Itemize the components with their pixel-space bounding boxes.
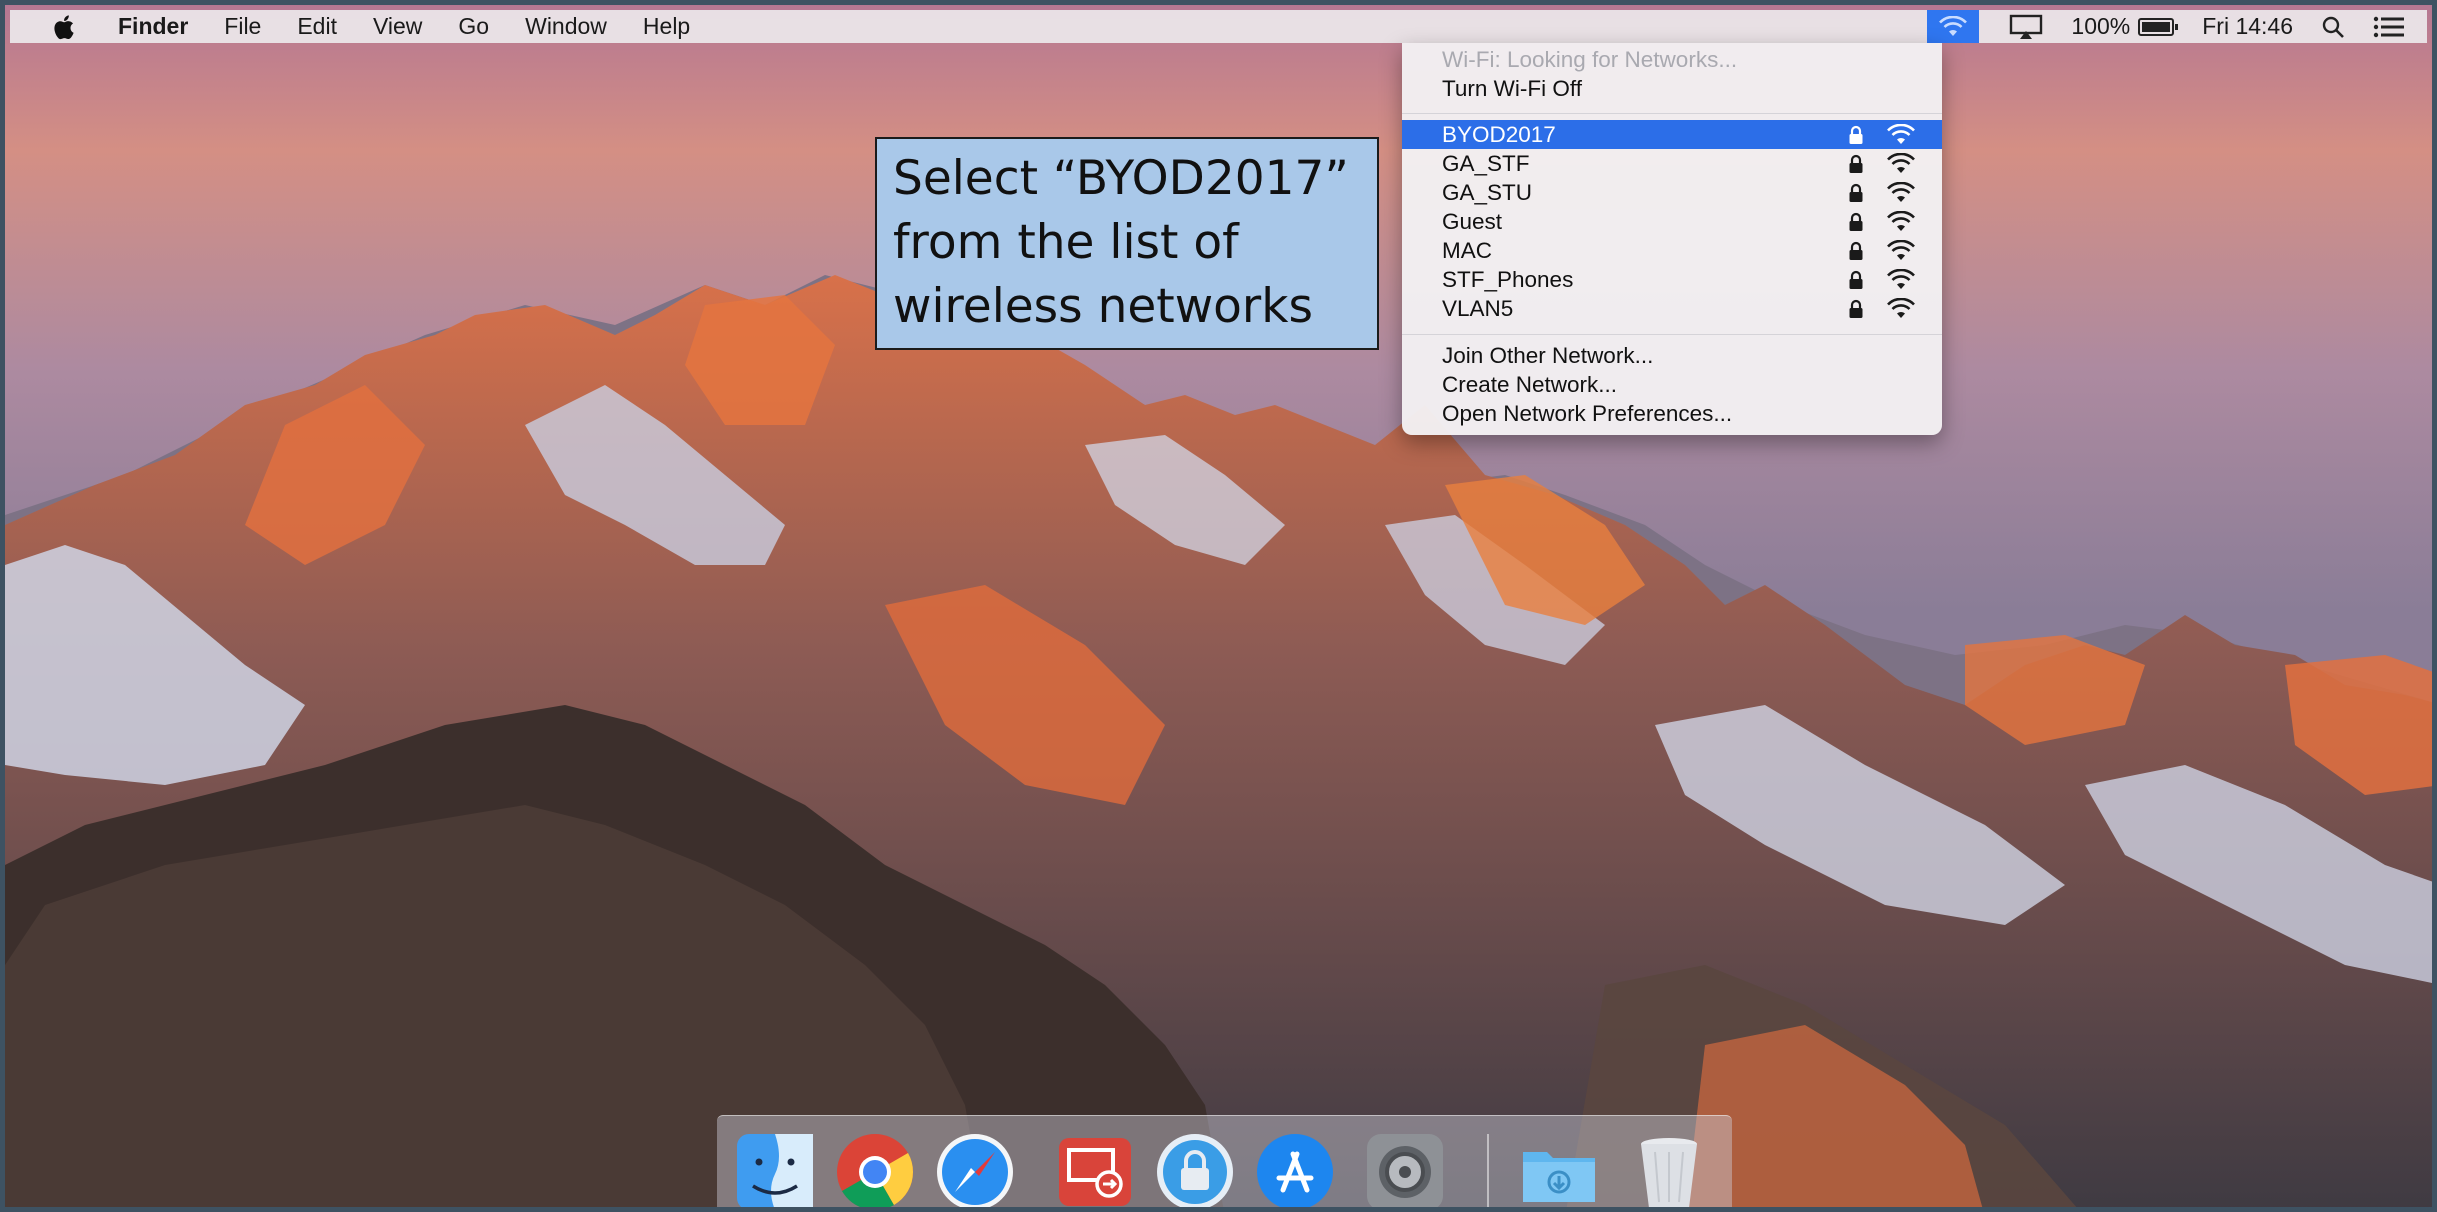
system-preferences-icon[interactable] — [1363, 1130, 1447, 1212]
wifi-signal-icon — [1887, 152, 1915, 173]
network-name: BYOD2017 — [1442, 121, 1556, 147]
wifi-signal-icon — [1887, 210, 1915, 231]
menu-view[interactable]: View — [355, 10, 440, 43]
chrome-icon[interactable] — [833, 1130, 917, 1212]
network-icons — [1848, 265, 1916, 294]
turn-wifi-off-item[interactable]: Turn Wi-Fi Off — [1402, 74, 1942, 103]
callout-line: Select “BYOD2017” — [893, 151, 1349, 206]
network-item-guest[interactable]: Guest — [1402, 207, 1942, 236]
network-item-stf_phones[interactable]: STF_Phones — [1402, 265, 1942, 294]
menu-bar: Finder File Edit View Go Window Help 100… — [10, 10, 2427, 43]
wifi-status-text: Wi-Fi: Looking for Networks... — [1442, 46, 1738, 72]
menu-finder[interactable]: Finder — [100, 10, 206, 43]
lock-icon — [1849, 299, 1863, 318]
apple-logo-icon[interactable] — [52, 13, 78, 41]
wifi-icon — [1939, 15, 1968, 36]
lock-icon — [1849, 212, 1863, 231]
menu-go[interactable]: Go — [440, 10, 507, 43]
airplay-display-icon — [2010, 14, 2043, 39]
menu-file[interactable]: File — [206, 10, 279, 43]
menu-separator — [1402, 113, 1942, 114]
wifi-status-item[interactable] — [1927, 10, 1980, 43]
notification-center-item[interactable] — [2359, 10, 2427, 43]
network-icons — [1848, 236, 1916, 265]
open-network-preferences-item[interactable]: Open Network Preferences... — [1402, 399, 1942, 428]
join-other-network-item[interactable]: Join Other Network... — [1402, 341, 1942, 370]
network-item-ga_stf[interactable]: GA_STF — [1402, 149, 1942, 178]
network-item-ga_stu[interactable]: GA_STU — [1402, 178, 1942, 207]
callout-line: wireless networks — [893, 279, 1313, 334]
network-icons — [1848, 294, 1916, 323]
airplay-status-item[interactable] — [1995, 10, 2057, 43]
lock-icon — [1849, 125, 1863, 144]
downloads-folder-icon[interactable] — [1517, 1130, 1601, 1212]
menu-separator — [1402, 334, 1942, 335]
trash-icon[interactable] — [1627, 1130, 1711, 1212]
create-network-item[interactable]: Create Network... — [1402, 370, 1942, 399]
self-service-icon[interactable] — [1153, 1130, 1237, 1212]
wifi-dropdown-menu: Wi-Fi: Looking for Networks... Turn Wi-F… — [1402, 43, 1942, 435]
callout-line: from the list of — [893, 215, 1239, 270]
network-item-byod2017[interactable]: BYOD2017 — [1402, 120, 1942, 149]
wifi-signal-icon — [1887, 181, 1915, 202]
screen-frame: Finder File Edit View Go Window Help 100… — [0, 0, 2437, 1212]
battery-level-fill — [2142, 21, 2171, 32]
app-store-icon[interactable] — [1253, 1130, 1337, 1212]
network-icons — [1848, 149, 1916, 178]
network-name: Guest — [1442, 208, 1503, 234]
dock — [717, 1115, 1732, 1212]
finder-icon[interactable] — [733, 1130, 817, 1212]
network-name: GA_STF — [1442, 150, 1530, 176]
lock-icon — [1849, 270, 1863, 289]
network-item-mac[interactable]: MAC — [1402, 236, 1942, 265]
instruction-callout: Select “BYOD2017” from the list of wirel… — [875, 137, 1379, 350]
network-name: GA_STU — [1442, 179, 1533, 205]
remote-desktop-icon[interactable] — [1053, 1130, 1137, 1212]
network-icons — [1848, 120, 1916, 149]
wifi-signal-icon — [1887, 297, 1915, 318]
wifi-signal-icon — [1887, 123, 1915, 144]
battery-icon — [2138, 17, 2179, 36]
battery-percent: 100% — [2071, 13, 2131, 39]
battery-status-item[interactable]: 100% — [2057, 10, 2188, 43]
lock-icon — [1849, 154, 1863, 173]
network-name: STF_Phones — [1442, 266, 1574, 292]
network-icons — [1848, 207, 1916, 236]
network-icons — [1848, 178, 1916, 207]
wifi-signal-icon — [1887, 268, 1915, 289]
menu-edit[interactable]: Edit — [279, 10, 355, 43]
network-item-vlan5[interactable]: VLAN5 — [1402, 294, 1942, 323]
search-icon — [2322, 16, 2344, 38]
lock-icon — [1849, 241, 1863, 260]
wifi-signal-icon — [1887, 239, 1915, 260]
network-name: MAC — [1442, 237, 1492, 263]
battery-tip — [2175, 23, 2179, 30]
spotlight-status-item[interactable] — [2307, 10, 2359, 43]
menu-bar-status: 100% Fri 14:46 — [1927, 10, 2427, 43]
clock[interactable]: Fri 14:46 — [2188, 10, 2307, 43]
network-name: VLAN5 — [1442, 295, 1514, 321]
menu-help[interactable]: Help — [625, 10, 708, 43]
menu-bar-left: Finder File Edit View Go Window Help — [10, 10, 708, 43]
safari-icon[interactable] — [933, 1130, 1017, 1212]
notification-list-icon — [2373, 16, 2404, 37]
lock-icon — [1849, 183, 1863, 202]
menu-window[interactable]: Window — [507, 10, 625, 43]
dock-divider — [1487, 1134, 1489, 1207]
